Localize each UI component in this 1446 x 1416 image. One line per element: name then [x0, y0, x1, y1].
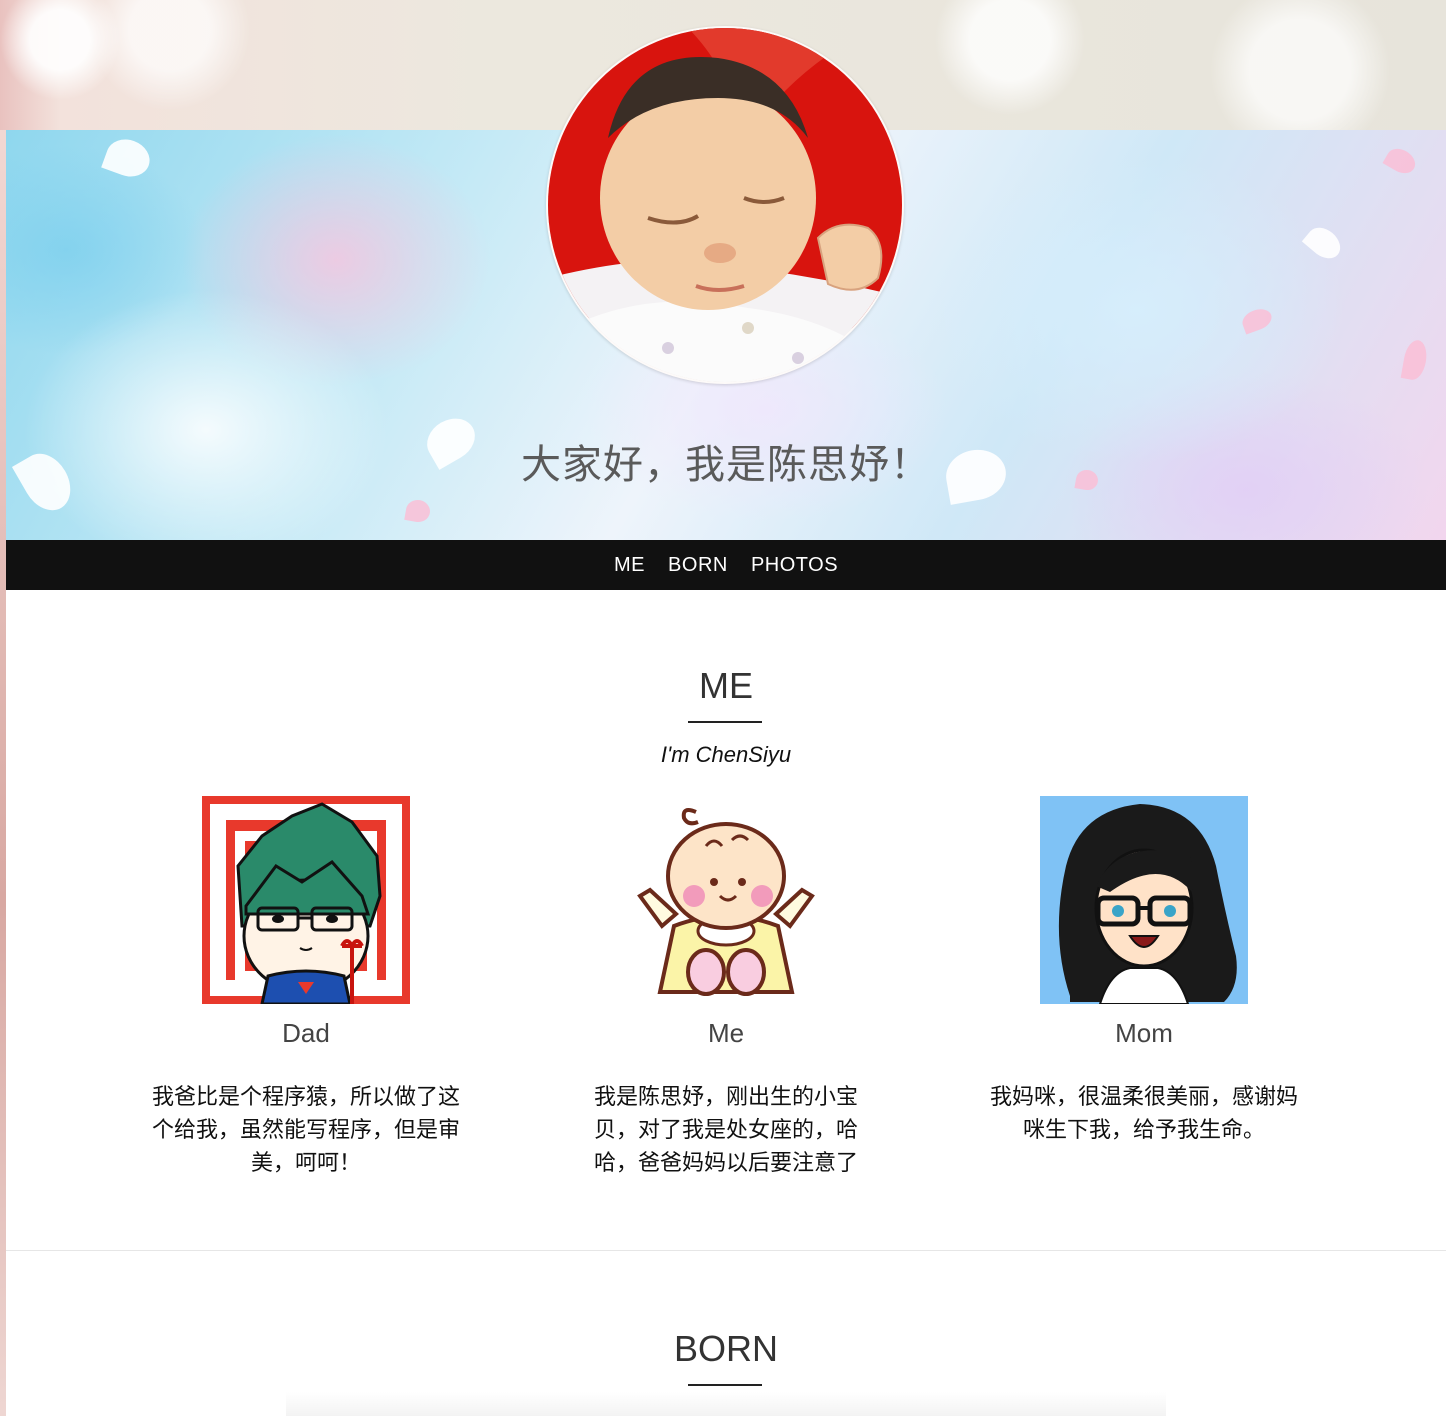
- petal-decoration: [404, 498, 432, 524]
- born-section-title: BORN: [673, 1328, 778, 1369]
- member-name: Dad: [282, 1018, 330, 1048]
- nav-item-me[interactable]: ME: [614, 540, 645, 590]
- main-nav: ME BORN PHOTOS: [6, 540, 1446, 590]
- member-name: Mom: [1115, 1018, 1173, 1048]
- petal-decoration: [1382, 143, 1420, 179]
- nav-item-born[interactable]: BORN: [668, 540, 728, 590]
- me-section-subtitle: I'm ChenSiyu: [660, 742, 792, 767]
- member-bio: 我爸比是个程序猿，所以做了这个给我，虽然能写程序，但是审美，呵呵！: [151, 1085, 460, 1176]
- born-section-rule: [688, 1384, 762, 1386]
- hero-title: 大家好，我是陈思妤！: [521, 442, 931, 488]
- me-section-rule: [688, 721, 762, 723]
- baby-avatar: [622, 796, 830, 1004]
- petal-decoration: [1301, 221, 1347, 265]
- petal-decoration: [1400, 338, 1430, 382]
- bottom-fade: [286, 1392, 1166, 1416]
- nav-item-photos[interactable]: PHOTOS: [751, 540, 838, 590]
- member-name: Me: [707, 1018, 745, 1048]
- petal-decoration: [101, 133, 155, 183]
- section-divider: [6, 1250, 1446, 1251]
- dad-avatar: [202, 796, 410, 1004]
- profile-photo: [546, 26, 904, 384]
- member-bio: 我妈咪，很温柔很美丽，感谢妈咪生下我，给予我生命。: [989, 1085, 1298, 1143]
- me-section-title: ME: [699, 665, 753, 706]
- member-bio: 我是陈思妤，刚出生的小宝贝，对了我是处女座的，哈哈，爸爸妈妈以后要注意了: [593, 1085, 858, 1176]
- mom-avatar: [1040, 796, 1248, 1004]
- petal-decoration: [1239, 305, 1275, 335]
